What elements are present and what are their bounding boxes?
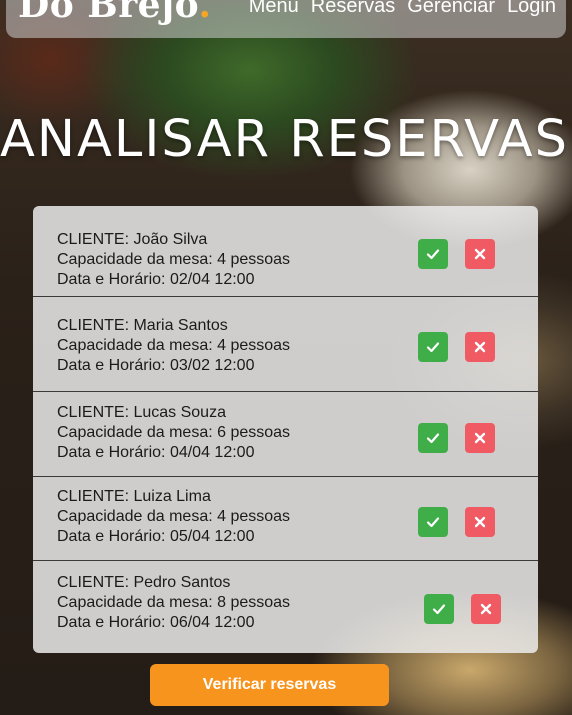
reservation-client: CLIENTE: Lucas Souza [57, 404, 226, 421]
accept-button[interactable] [418, 423, 448, 453]
reservation-datetime: Data e Horário: 02/04 12:00 [57, 271, 255, 288]
reservation-datetime: Data e Horário: 03/02 12:00 [57, 357, 255, 374]
close-icon [474, 248, 486, 260]
reservation-capacity: Capacidade da mesa: 4 pessoas [57, 251, 291, 268]
check-icon [426, 433, 440, 444]
close-icon [474, 516, 486, 528]
reservation-details: CLIENTE: João Silva Capacidade da mesa: … [57, 230, 290, 290]
reservation-datetime: Data e Horário: 05/04 12:00 [57, 528, 255, 545]
reject-button[interactable] [465, 239, 495, 269]
close-icon [474, 341, 486, 353]
verify-reservations-button[interactable]: Verificar reservas [150, 664, 389, 706]
reservation-details: CLIENTE: Lucas Souza Capacidade da mesa:… [57, 403, 290, 463]
reservation-client: CLIENTE: Luiza Lima [57, 488, 211, 505]
close-icon [474, 432, 486, 444]
reservation-capacity: Capacidade da mesa: 6 pessoas [57, 424, 291, 441]
check-icon [426, 517, 440, 528]
reservation-row: CLIENTE: Pedro Santos Capacidade da mesa… [33, 561, 538, 653]
reject-button[interactable] [465, 507, 495, 537]
nav-link-login[interactable]: Login [507, 0, 556, 18]
logo-dot: . [198, 0, 212, 26]
reservation-capacity: Capacidade da mesa: 8 pessoas [57, 594, 291, 611]
check-icon [426, 249, 440, 260]
reservation-row: CLIENTE: João Silva Capacidade da mesa: … [33, 206, 538, 297]
reject-button[interactable] [465, 423, 495, 453]
reservation-details: CLIENTE: Luiza Lima Capacidade da mesa: … [57, 487, 290, 547]
reservation-datetime: Data e Horário: 04/04 12:00 [57, 444, 255, 461]
accept-button[interactable] [424, 594, 454, 624]
reservation-row: CLIENTE: Luiza Lima Capacidade da mesa: … [33, 477, 538, 561]
reservation-row: CLIENTE: Maria Santos Capacidade da mesa… [33, 297, 538, 392]
reservation-details: CLIENTE: Maria Santos Capacidade da mesa… [57, 316, 290, 376]
reject-button[interactable] [471, 594, 501, 624]
nav-link-gerenciar[interactable]: Gerenciar [407, 0, 495, 18]
page-background: Do Brejo. Menu Reservas Gerenciar Login … [0, 0, 572, 715]
reservation-client: CLIENTE: Maria Santos [57, 317, 228, 334]
reservations-panel: CLIENTE: João Silva Capacidade da mesa: … [33, 206, 538, 653]
logo[interactable]: Do Brejo. [18, 0, 212, 26]
logo-text: Do Brejo [18, 0, 199, 26]
reservation-capacity: Capacidade da mesa: 4 pessoas [57, 508, 291, 525]
nav-link-menu[interactable]: Menu [249, 0, 299, 18]
reject-button[interactable] [465, 332, 495, 362]
page-title: ANALISAR RESERVAS [0, 110, 570, 169]
reservation-row: CLIENTE: Lucas Souza Capacidade da mesa:… [33, 392, 538, 477]
check-icon [432, 604, 446, 615]
close-icon [480, 603, 492, 615]
reservation-datetime: Data e Horário: 06/04 12:00 [57, 614, 255, 631]
reservation-details: CLIENTE: Pedro Santos Capacidade da mesa… [57, 573, 290, 633]
nav-links: Menu Reservas Gerenciar Login [249, 0, 556, 18]
nav-link-reservas[interactable]: Reservas [311, 0, 395, 18]
accept-button[interactable] [418, 332, 448, 362]
check-icon [426, 342, 440, 353]
reservation-client: CLIENTE: João Silva [57, 231, 208, 248]
accept-button[interactable] [418, 239, 448, 269]
reservation-client: CLIENTE: Pedro Santos [57, 574, 231, 591]
reservation-capacity: Capacidade da mesa: 4 pessoas [57, 337, 291, 354]
top-navbar: Do Brejo. Menu Reservas Gerenciar Login [6, 0, 566, 38]
accept-button[interactable] [418, 507, 448, 537]
